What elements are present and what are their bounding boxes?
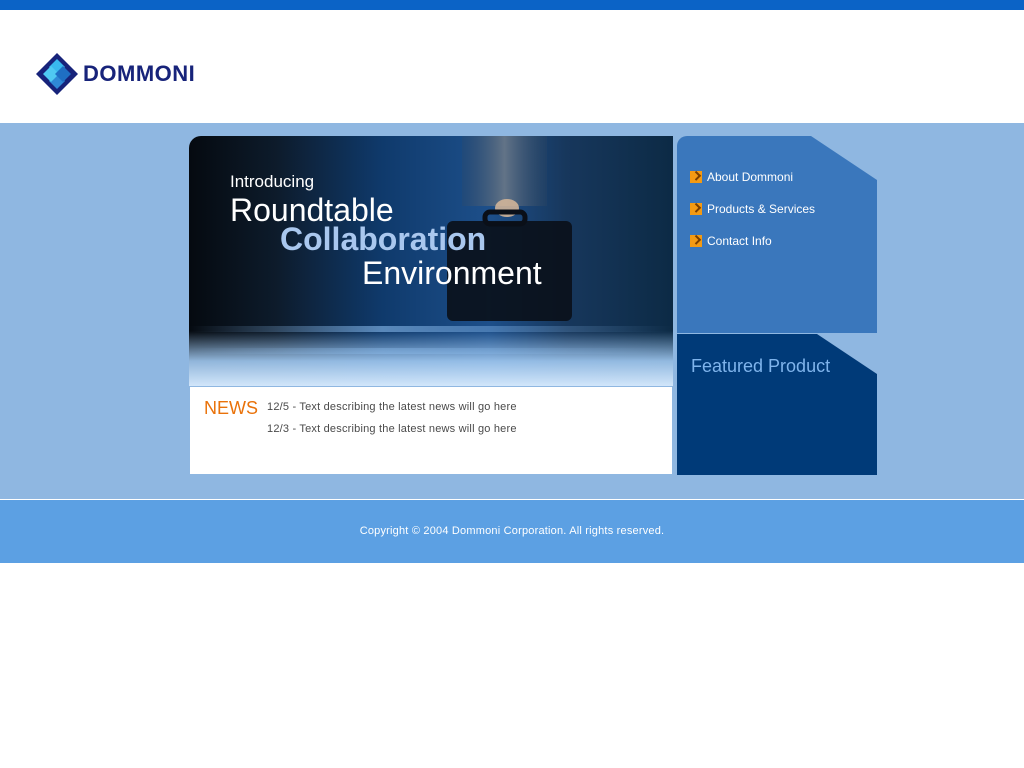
nav-item-contact[interactable]: Contact Info [690, 225, 815, 257]
nav-item-label: Contact Info [707, 234, 772, 248]
hero-intro: Introducing [230, 172, 315, 191]
brand-name: DOMMONI [83, 61, 196, 86]
nav-panel: About Dommoni Products & Services Contac… [677, 136, 877, 333]
hero-headline-2: Collaboration [280, 221, 487, 257]
nav-item-products[interactable]: Products & Services [690, 193, 815, 225]
nav-item-label: About Dommoni [707, 170, 794, 184]
arrow-right-icon [690, 235, 702, 247]
diamond-logo-icon [36, 53, 78, 95]
arrow-right-icon [690, 203, 702, 215]
footer: Copyright © 2004 Dommoni Corporation. Al… [0, 500, 1024, 563]
nav-list: About Dommoni Products & Services Contac… [690, 161, 815, 257]
logo[interactable]: DOMMONI [35, 52, 195, 96]
nav-item-about[interactable]: About Dommoni [690, 161, 815, 193]
news-heading: NEWS [204, 398, 258, 418]
copyright-text: Copyright © 2004 Dommoni Corporation. Al… [359, 525, 665, 537]
featured-product-title: Featured Product [691, 356, 831, 376]
hero-headline-3: Environment [362, 255, 542, 291]
news-section: NEWS 12/5 - Text describing the latest n… [190, 387, 672, 474]
news-list: 12/5 - Text describing the latest news w… [267, 401, 517, 445]
top-bar [0, 0, 1024, 10]
nav-item-label: Products & Services [707, 202, 816, 216]
hero-banner: Introducing Roundtable Collaboration Env… [189, 136, 673, 386]
featured-product-panel[interactable]: Featured Product [677, 334, 877, 475]
news-item[interactable]: 12/3 - Text describing the latest news w… [267, 423, 517, 445]
news-item[interactable]: 12/5 - Text describing the latest news w… [267, 401, 517, 423]
header: DOMMONI [0, 10, 1024, 123]
arrow-right-icon [690, 171, 702, 183]
hero-decoration [189, 348, 673, 354]
hero-decoration [189, 326, 673, 332]
